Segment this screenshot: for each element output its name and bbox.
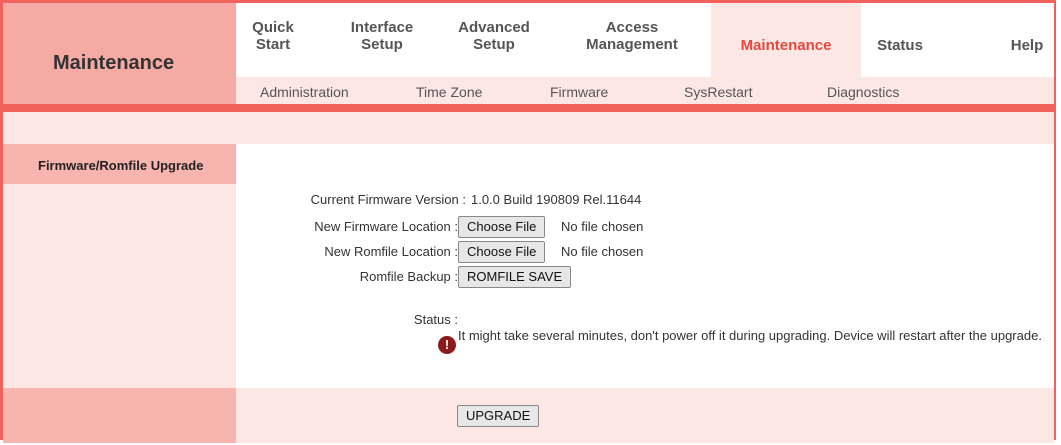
upgrade-button[interactable]: UPGRADE (457, 405, 540, 427)
current-firmware-value: 1.0.0 Build 190809 Rel.11644 (471, 192, 642, 207)
subnav-sysrestart[interactable]: SysRestart (684, 84, 752, 100)
nav-label: Status (877, 37, 923, 54)
romfile-file-status: No file chosen (561, 244, 644, 259)
status-label: Status : (413, 312, 458, 327)
main-nav: Quick Start Interface Setup Advanced Set… (236, 3, 1054, 77)
status-message: It might take several minutes, don't pow… (458, 328, 1042, 343)
nav-advanced-setup[interactable]: Advanced Setup (454, 19, 534, 53)
nav-label-line1: Quick (252, 19, 294, 36)
new-firmware-row: New Firmware Location : Choose File No f… (236, 216, 1036, 240)
current-firmware-label: Current Firmware Version : (310, 192, 466, 207)
romfile-backup-label: Romfile Backup : (359, 269, 458, 284)
choose-firmware-button[interactable]: Choose File (458, 216, 546, 238)
nav-help[interactable]: Help (1002, 37, 1052, 54)
nav-access-management[interactable]: Access Management (572, 19, 692, 53)
nav-label-line2: Start (255, 36, 291, 53)
romfile-backup-row: Romfile Backup : ROMFILE SAVE (236, 266, 1036, 290)
footer-left (3, 388, 236, 443)
nav-label: Help (1010, 37, 1044, 54)
subnav-diagnostics[interactable]: Diagnostics (827, 84, 899, 100)
romfile-save-button[interactable]: ROMFILE SAVE (458, 266, 572, 288)
nav-label-line1: Advanced (458, 19, 530, 36)
subnav-time-zone[interactable]: Time Zone (416, 84, 482, 100)
nav-label-line2: Setup (473, 36, 515, 53)
firmware-file-status: No file chosen (561, 219, 644, 234)
new-romfile-row: New Romfile Location : Choose File No fi… (236, 241, 1036, 265)
section-sidebar: Firmware/Romfile Upgrade (3, 144, 236, 388)
nav-label: Maintenance (740, 37, 832, 54)
new-romfile-label: New Romfile Location : (324, 244, 458, 259)
nav-label-line1: Access (605, 19, 659, 36)
subnav-firmware[interactable]: Firmware (550, 84, 608, 100)
header-divider (3, 104, 1054, 112)
form-panel: Current Firmware Version : 1.0.0 Build 1… (236, 144, 1054, 388)
nav-label-line1: Interface (350, 19, 414, 36)
nav-status[interactable]: Status (870, 37, 930, 54)
sub-nav: Administration Time Zone Firmware SysRes… (236, 77, 1054, 104)
brand-panel: Maintenance (3, 3, 236, 104)
section-title: Firmware/Romfile Upgrade (38, 158, 204, 173)
page-frame: Maintenance Quick Start Interface Setup … (0, 0, 1056, 443)
page-title: Maintenance (53, 52, 175, 74)
nav-quick-start[interactable]: Quick Start (248, 19, 298, 53)
nav-interface-setup[interactable]: Interface Setup (342, 19, 422, 53)
nav-maintenance[interactable]: Maintenance (711, 3, 861, 77)
nav-label-line2: Management (586, 36, 678, 53)
spacer-strip (3, 112, 1054, 144)
warning-icon: ! (438, 336, 456, 354)
footer-right: UPGRADE (236, 388, 1054, 443)
nav-label-line2: Setup (361, 36, 403, 53)
choose-romfile-button[interactable]: Choose File (458, 241, 546, 263)
subnav-administration[interactable]: Administration (260, 84, 349, 100)
new-firmware-label: New Firmware Location : (314, 219, 458, 234)
